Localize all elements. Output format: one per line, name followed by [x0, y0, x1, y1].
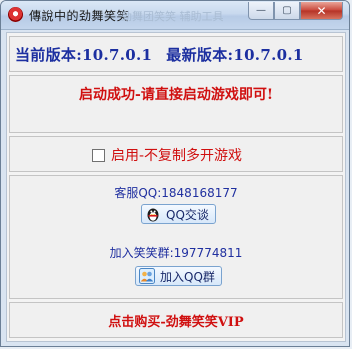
contact-box: 客服QQ:1848168177 QQ交谈 加入笑笑群:197774811 加入Q… [9, 175, 343, 299]
app-logo-icon [8, 7, 23, 22]
qq-chat-label: QQ交谈 [166, 207, 209, 222]
latest-version: 最新版本:10.7.0.1 [166, 45, 304, 64]
multi-open-label[interactable]: 启用-不复制多开游戏 [111, 145, 242, 165]
status-box: 启动成功-请直接启动游戏即可! [9, 75, 343, 133]
main-panel: 当前版本:10.7.0.1 最新版本:10.7.0.1 启动成功-请直接启动游戏… [6, 32, 346, 342]
window-title: 傳說中的劲舞笑笑 [29, 9, 130, 23]
option-box: 启用-不复制多开游戏 [9, 136, 343, 172]
join-qq-group-button[interactable]: 加入QQ群 [135, 266, 222, 286]
group-text: 加入笑笑群:197774811 [109, 246, 243, 260]
close-button[interactable]: ✕ [300, 2, 343, 20]
group-people-icon [139, 268, 155, 284]
window-title-blurred: 劲舞团笑笑 辅助工具 [121, 10, 224, 23]
multi-open-option[interactable]: 启用-不复制多开游戏 [92, 145, 242, 165]
minimize-button[interactable]: — [248, 2, 274, 20]
service-qq-text: 客服QQ:1848168177 [114, 186, 238, 200]
qq-chat-button[interactable]: QQ交谈 [141, 204, 216, 224]
app-window: 傳說中的劲舞笑笑 劲舞团笑笑 辅助工具 — ▢ ✕ 当前版本:10.7.0.1 … [0, 0, 350, 347]
vip-purchase-link[interactable]: 点击购买-劲舞笑笑VIP [9, 302, 343, 338]
qq-penguin-icon [145, 206, 161, 222]
current-version: 当前版本:10.7.0.1 [15, 45, 153, 64]
join-qq-group-label: 加入QQ群 [160, 269, 215, 284]
maximize-button[interactable]: ▢ [274, 2, 300, 20]
multi-open-checkbox[interactable] [92, 148, 105, 162]
version-box: 当前版本:10.7.0.1 最新版本:10.7.0.1 [9, 36, 343, 72]
status-message: 启动成功-请直接启动游戏即可! [79, 87, 273, 103]
title-bar[interactable]: 傳說中的劲舞笑笑 劲舞团笑笑 辅助工具 — ▢ ✕ [1, 1, 349, 30]
